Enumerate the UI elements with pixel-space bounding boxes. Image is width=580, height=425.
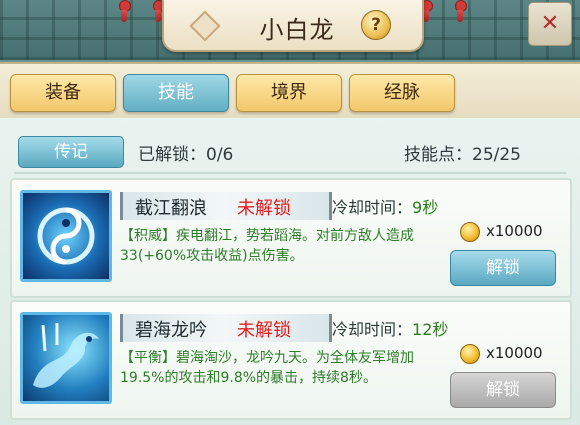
water-swirl-icon <box>20 190 112 282</box>
window-frame: 小白龙 ? ✕ 装备 技能 境界 经脉 传记 已解锁：0/6 技能点：25/25… <box>0 0 580 425</box>
unlock-cost: x10000 <box>486 344 543 362</box>
tab-skills[interactable]: 技能 <box>123 74 229 112</box>
skills-panel: 传记 已解锁：0/6 技能点：25/25 截江翻浪 未解锁 冷却时间：9秒 【积… <box>0 118 580 425</box>
tab-bar: 装备 技能 境界 经脉 <box>0 62 580 120</box>
skill-name: 碧海龙吟 <box>135 320 207 341</box>
biography-button[interactable]: 传记 <box>18 136 124 168</box>
page-title: 小白龙 <box>259 16 335 44</box>
diamond-ornament-icon <box>189 10 221 42</box>
skill-description: 【积威】疾电翻江，势若蹈海。对前方敌人造成33(+60%攻击收益)点伤害。 <box>120 228 414 264</box>
blue-dragon-icon <box>20 312 112 404</box>
skill-name-bar: 截江翻浪 未解锁 <box>120 192 332 220</box>
skill-name: 截江翻浪 <box>135 198 207 219</box>
unlocked-count: 已解锁：0/6 <box>138 145 234 165</box>
tassel-ornament <box>454 0 467 22</box>
coin-icon <box>460 222 480 242</box>
coin-icon <box>460 344 480 364</box>
cooldown: 冷却时间：12秒 <box>332 320 449 339</box>
unlock-cost: x10000 <box>486 222 543 240</box>
skill-description: 【平衡】碧海淘沙，龙吟九天。为全体友军增加19.5%的攻击和9.8%的暴击，持续… <box>120 350 414 386</box>
tab-equipment[interactable]: 装备 <box>10 74 116 112</box>
title-board: 小白龙 ? <box>162 0 424 52</box>
tab-realm[interactable]: 境界 <box>236 74 342 112</box>
close-button[interactable]: ✕ <box>528 2 572 46</box>
divider <box>14 172 566 174</box>
skill-name-bar: 碧海龙吟 未解锁 <box>120 314 332 342</box>
tassel-ornament <box>118 0 131 22</box>
lock-status: 未解锁 <box>237 320 291 341</box>
skill-card: 截江翻浪 未解锁 冷却时间：9秒 【积威】疾电翻江，势若蹈海。对前方敌人造成33… <box>10 178 572 298</box>
skill-points: 技能点：25/25 <box>404 145 521 165</box>
tab-meridian[interactable]: 经脉 <box>349 74 455 112</box>
unlock-button[interactable]: 解锁 <box>450 372 556 408</box>
help-button[interactable]: ? <box>361 10 391 40</box>
lock-status: 未解锁 <box>237 198 291 219</box>
cooldown: 冷却时间：9秒 <box>332 198 439 217</box>
skill-card: 碧海龙吟 未解锁 冷却时间：12秒 【平衡】碧海淘沙，龙吟九天。为全体友军增加1… <box>10 300 572 420</box>
unlock-button[interactable]: 解锁 <box>450 250 556 286</box>
